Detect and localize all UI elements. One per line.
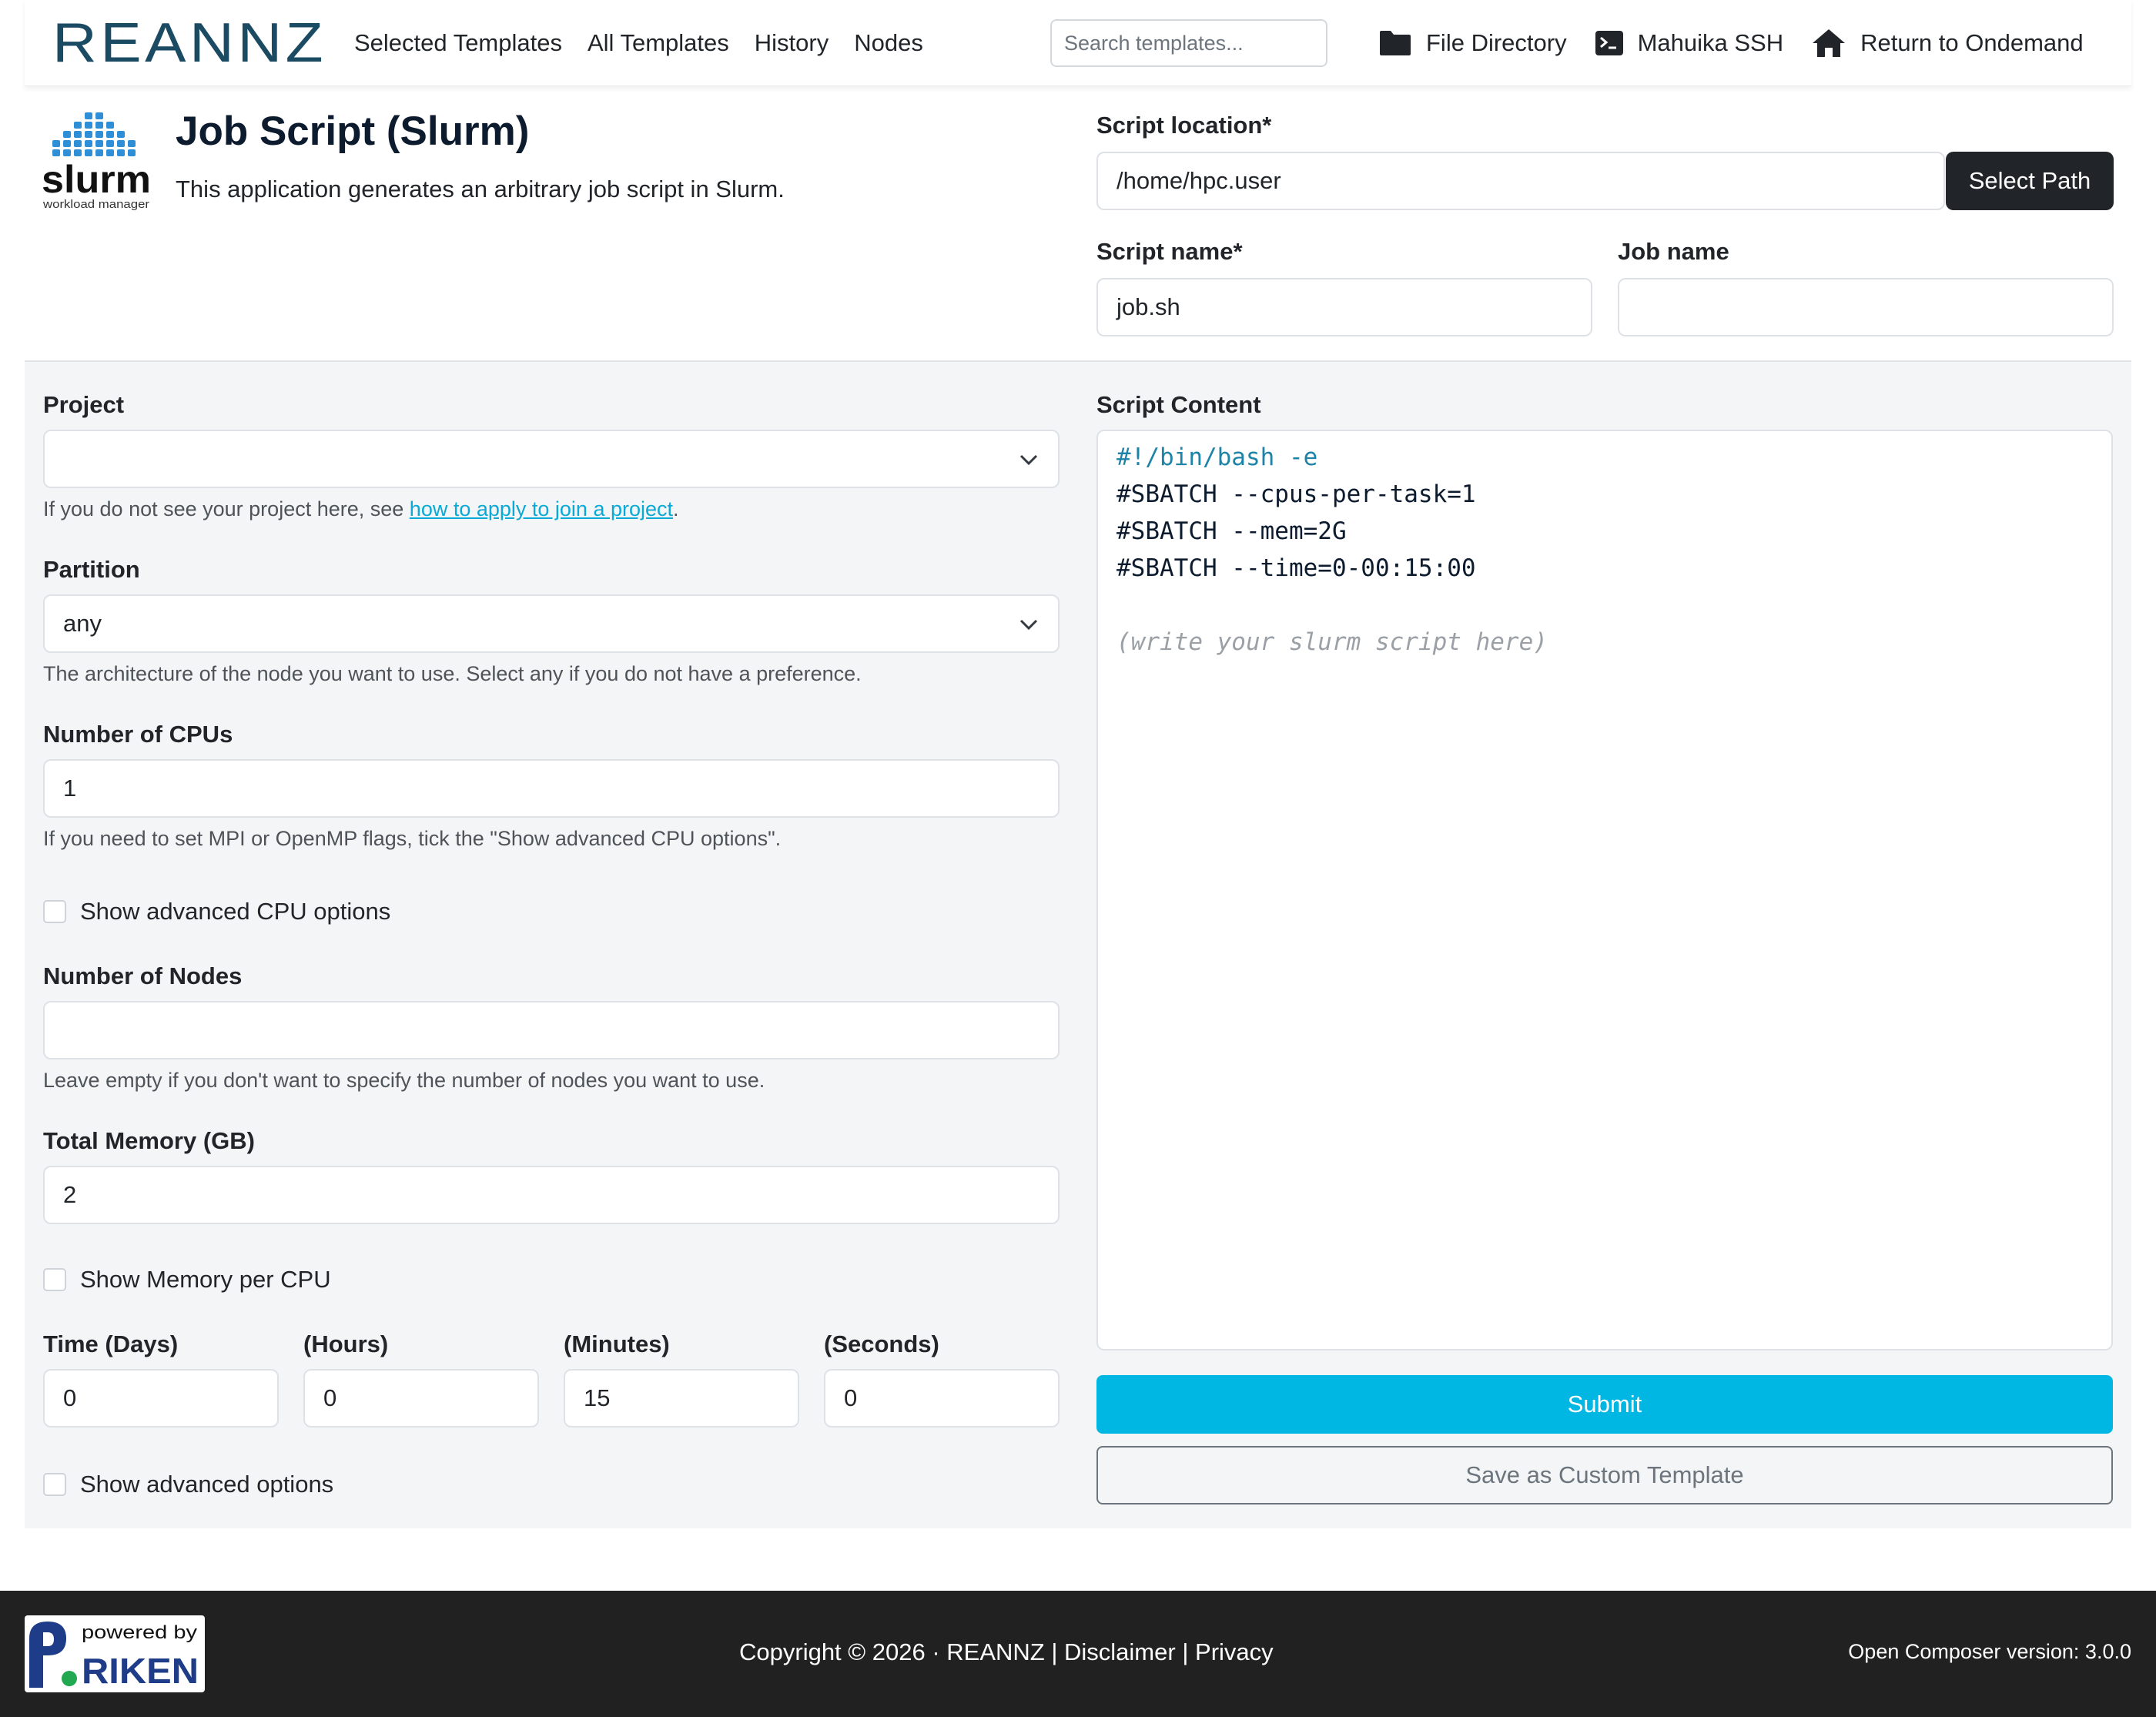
checkbox-box[interactable] bbox=[43, 1473, 66, 1496]
return-ondemand-link[interactable]: Return to Ondemand bbox=[1811, 28, 2084, 59]
submit-button[interactable]: Submit bbox=[1096, 1375, 2113, 1434]
advanced-cpu-label: Show advanced CPU options bbox=[80, 898, 391, 925]
reannz-logo-icon: REANNZ bbox=[52, 18, 326, 68]
brand-text: REANNZ bbox=[52, 18, 326, 68]
slurm-logo-subtext: workload manager bbox=[42, 198, 149, 211]
chevron-down-icon bbox=[1019, 454, 1038, 466]
time-hours-label: (Hours) bbox=[303, 1330, 389, 1357]
save-template-button[interactable]: Save as Custom Template bbox=[1096, 1446, 2113, 1504]
nodes-help: Leave empty if you don't want to specify… bbox=[43, 1069, 765, 1092]
chevron-down-icon bbox=[1019, 619, 1038, 631]
page-description: This application generates an arbitrary … bbox=[176, 176, 785, 202]
footer-separator: | bbox=[1182, 1638, 1189, 1665]
nav-history[interactable]: History bbox=[755, 29, 829, 57]
time-hours-input[interactable]: 0 bbox=[303, 1369, 539, 1427]
time-minutes-input[interactable]: 15 bbox=[564, 1369, 799, 1427]
slurm-logo-text: slurm bbox=[42, 158, 151, 201]
powered-by-text: powered by bbox=[82, 1622, 197, 1643]
script-editor[interactable]: #!/bin/bash -e #SBATCH --cpus-per-task=1… bbox=[1096, 430, 2113, 1351]
return-ondemand-label: Return to Ondemand bbox=[1860, 29, 2084, 56]
memory-label: Total Memory (GB) bbox=[43, 1127, 255, 1154]
select-path-button[interactable]: Select Path bbox=[1946, 152, 2114, 210]
script-line: #SBATCH --mem=2G bbox=[1116, 517, 1347, 545]
partition-value: any bbox=[63, 610, 102, 637]
script-line: #!/bin/bash -e bbox=[1116, 443, 1318, 471]
cpus-input[interactable]: 1 bbox=[43, 759, 1060, 818]
advanced-options-label: Show advanced options bbox=[80, 1471, 334, 1498]
nodes-input[interactable] bbox=[43, 1001, 1060, 1059]
project-label: Project bbox=[43, 391, 125, 418]
ssh-label: Mahuika SSH bbox=[1637, 29, 1784, 56]
partition-select[interactable]: any bbox=[43, 594, 1060, 653]
project-help-prefix: If you do not see your project here, see bbox=[43, 497, 410, 520]
search-input[interactable] bbox=[1050, 19, 1327, 67]
script-name-input[interactable]: job.sh bbox=[1096, 278, 1592, 336]
cpus-help: If you need to set MPI or OpenMP flags, … bbox=[43, 827, 782, 850]
file-directory-link[interactable]: File Directory bbox=[1378, 29, 1567, 57]
footer-separator: | bbox=[1051, 1638, 1058, 1665]
memory-per-cpu-label: Show Memory per CPU bbox=[80, 1266, 331, 1293]
file-directory-label: File Directory bbox=[1426, 29, 1567, 56]
brand-logo[interactable]: REANNZ bbox=[52, 0, 330, 86]
ssh-link[interactable]: Mahuika SSH bbox=[1595, 29, 1784, 57]
footer: powered by RIKEN Copyright © 2026 · REAN… bbox=[0, 1591, 2156, 1717]
advanced-cpu-checkbox[interactable]: Show advanced CPU options bbox=[43, 898, 390, 925]
version-text: Open Composer version: 3.0.0 bbox=[1848, 1640, 2131, 1663]
nodes-label: Number of Nodes bbox=[43, 962, 243, 989]
script-location-label: Script location* bbox=[1096, 112, 1272, 139]
riken-badge[interactable]: powered by RIKEN bbox=[25, 1615, 205, 1692]
job-name-label: Job name bbox=[1618, 238, 1729, 265]
home-icon bbox=[1813, 29, 1846, 57]
privacy-link[interactable]: Privacy bbox=[1195, 1638, 1274, 1665]
script-location-input[interactable]: /home/hpc.user bbox=[1096, 152, 1945, 210]
slurm-logo-icon: slurm workload manager bbox=[42, 112, 151, 211]
time-minutes-label: (Minutes) bbox=[564, 1330, 670, 1357]
memory-input[interactable]: 2 bbox=[43, 1166, 1060, 1224]
nav-all-templates[interactable]: All Templates bbox=[588, 29, 729, 57]
nav-selected-templates[interactable]: Selected Templates bbox=[354, 29, 562, 57]
script-content-label: Script Content bbox=[1096, 391, 1261, 418]
project-select[interactable] bbox=[43, 430, 1060, 488]
riken-logo-icon: powered by RIKEN bbox=[29, 1622, 199, 1691]
job-name-input[interactable] bbox=[1618, 278, 2114, 336]
script-name-label: Script name* bbox=[1096, 238, 1243, 265]
page-title: Job Script (Slurm) bbox=[176, 109, 530, 154]
partition-label: Partition bbox=[43, 556, 140, 583]
project-help-suffix: . bbox=[673, 497, 679, 520]
advanced-options-checkbox[interactable]: Show advanced options bbox=[43, 1471, 333, 1498]
time-days-input[interactable]: 0 bbox=[43, 1369, 279, 1427]
checkbox-box[interactable] bbox=[43, 1268, 66, 1291]
apply-project-link[interactable]: how to apply to join a project bbox=[410, 497, 673, 520]
time-days-label: Time (Days) bbox=[43, 1330, 179, 1357]
project-help: If you do not see your project here, see… bbox=[43, 497, 679, 521]
partition-help: The architecture of the node you want to… bbox=[43, 662, 862, 685]
checkbox-box[interactable] bbox=[43, 900, 66, 923]
slurm-logo: slurm workload manager bbox=[42, 111, 152, 216]
cpus-label: Number of CPUs bbox=[43, 721, 233, 748]
time-seconds-label: (Seconds) bbox=[824, 1330, 939, 1357]
nav-nodes[interactable]: Nodes bbox=[854, 29, 923, 57]
disclaimer-link[interactable]: Disclaimer bbox=[1064, 1638, 1176, 1665]
riken-text: RIKEN bbox=[82, 1651, 199, 1691]
footer-links: Copyright © 2026 · REANNZ | Disclaimer |… bbox=[739, 1638, 1274, 1666]
time-seconds-input[interactable]: 0 bbox=[824, 1369, 1060, 1427]
copyright-text: Copyright © 2026 · REANNZ bbox=[739, 1638, 1045, 1665]
script-line: #SBATCH --time=0-00:15:00 bbox=[1116, 554, 1476, 582]
script-placeholder: (write your slurm script here) bbox=[1116, 628, 1548, 656]
memory-per-cpu-checkbox[interactable]: Show Memory per CPU bbox=[43, 1266, 331, 1294]
terminal-icon bbox=[1595, 31, 1623, 55]
script-line: #SBATCH --cpus-per-task=1 bbox=[1116, 480, 1476, 508]
folder-icon bbox=[1380, 31, 1411, 55]
